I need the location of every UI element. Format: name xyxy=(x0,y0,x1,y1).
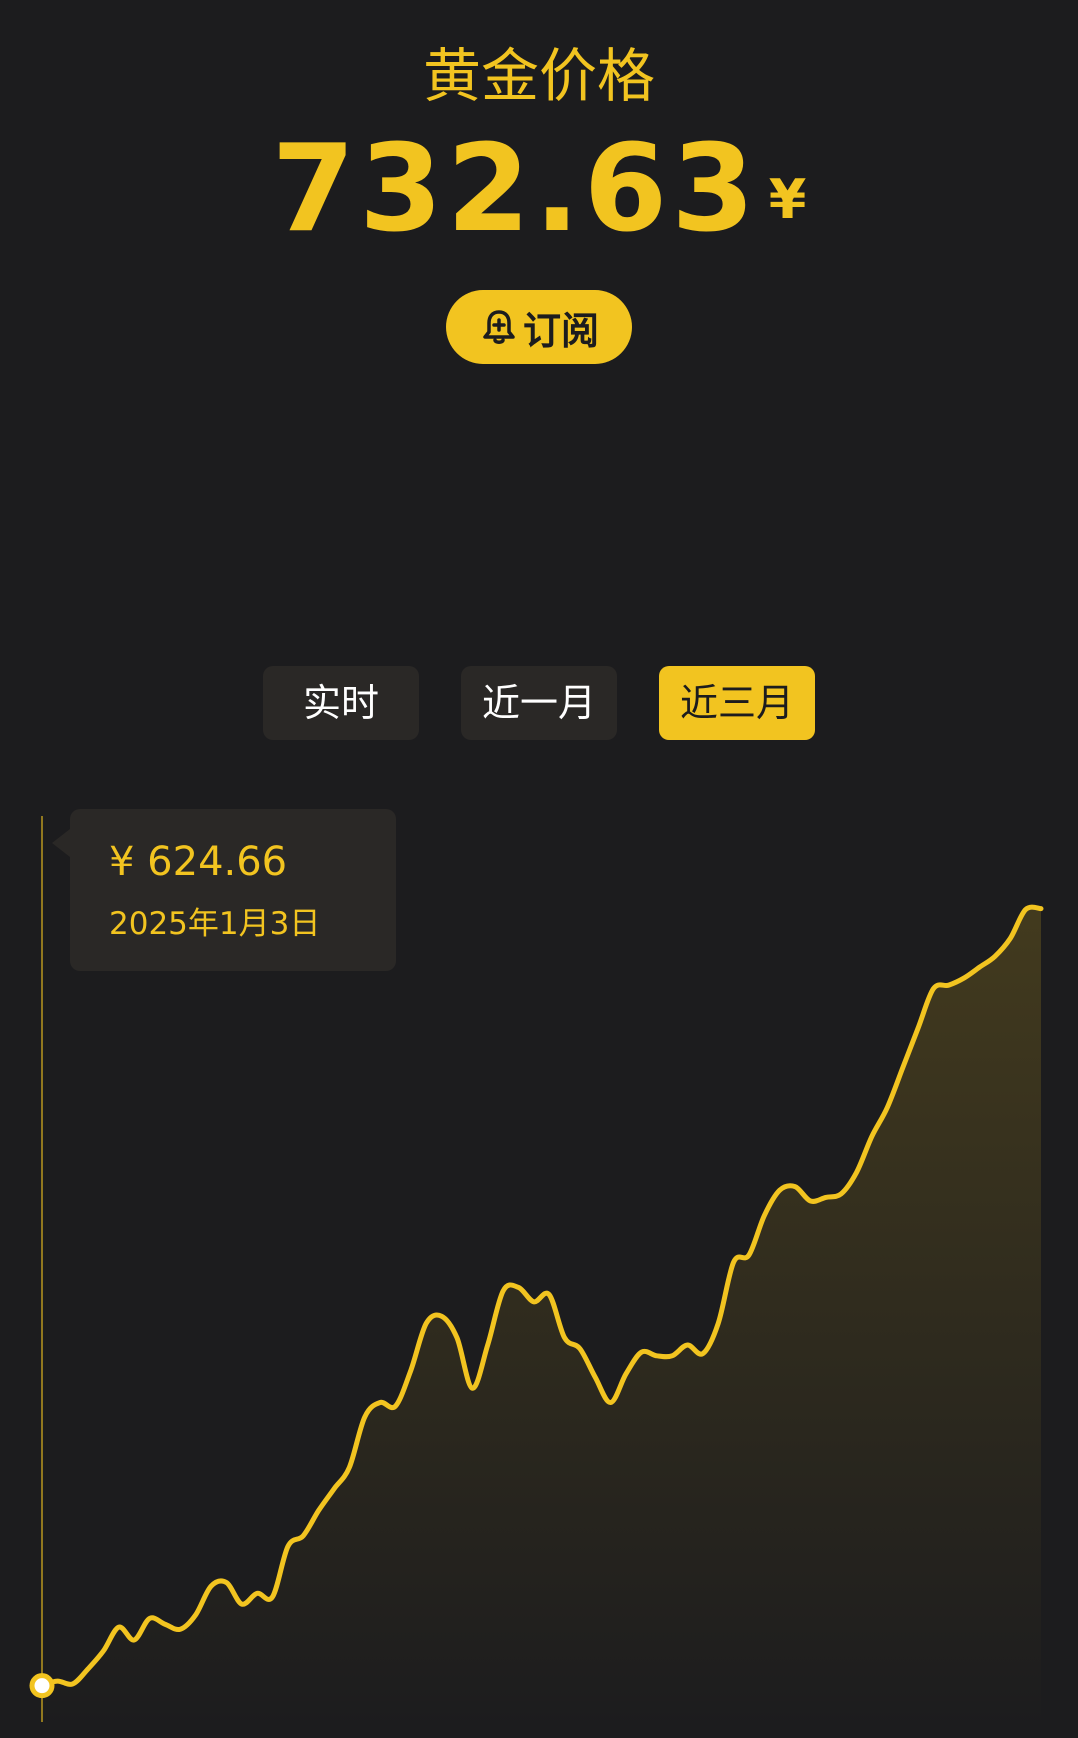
subscribe-label: 订阅 xyxy=(522,308,599,353)
current-price: 732.63 xyxy=(271,120,759,259)
bell-plus-icon xyxy=(479,307,519,347)
tab-realtime[interactable]: 实时 xyxy=(263,666,419,740)
page-title: 黄金价格 xyxy=(422,42,655,110)
tab-one-month[interactable]: 近一月 xyxy=(461,666,617,740)
price-display: 732.63 ¥ xyxy=(0,125,1078,255)
chart-tooltip: ¥ 624.66 2025年1月3日 xyxy=(52,809,396,971)
chart-area-fill xyxy=(42,907,1041,1732)
chart-selected-point[interactable] xyxy=(29,1673,55,1699)
subscribe-button[interactable]: 订阅 xyxy=(446,290,632,364)
tooltip-price: ¥ 624.66 xyxy=(109,839,288,885)
tab-three-months[interactable]: 近三月 xyxy=(659,666,815,740)
tooltip-date: 2025年1月3日 xyxy=(109,906,321,942)
range-tabs: 实时 近一月 近三月 xyxy=(0,666,1078,740)
currency-symbol: ¥ xyxy=(768,168,807,231)
